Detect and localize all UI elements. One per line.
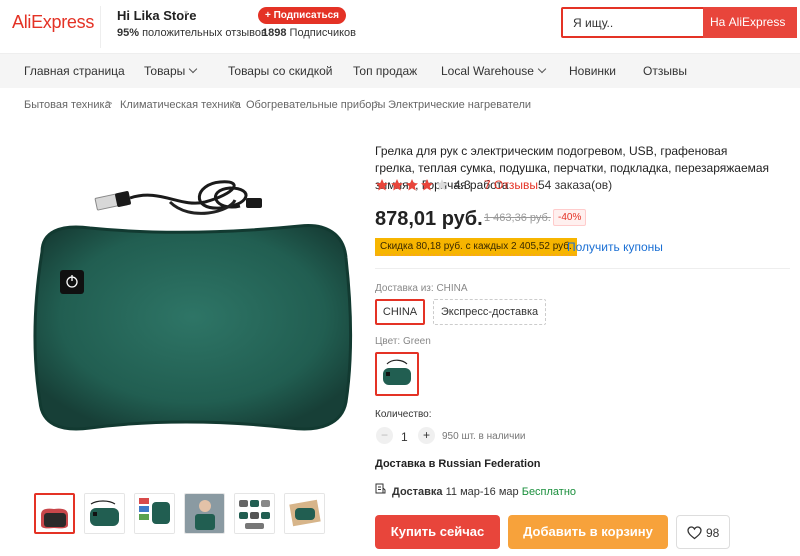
quantity-label: Количество:	[375, 409, 432, 420]
ship-option-china[interactable]: CHINA	[375, 299, 425, 325]
breadcrumb-separator: >	[106, 98, 113, 110]
buy-now-button[interactable]: Купить сейчас	[375, 515, 500, 549]
nav-local-warehouse[interactable]: Local Warehouse	[441, 64, 547, 78]
search-box: На AliExpress	[561, 7, 797, 38]
breadcrumb-separator: >	[232, 98, 239, 110]
nav-products[interactable]: Товары	[144, 64, 198, 78]
heart-icon	[687, 526, 702, 543]
search-button[interactable]: На AliExpress	[703, 7, 797, 38]
breadcrumb-item[interactable]: Электрические нагреватели	[388, 99, 531, 111]
get-coupons-link[interactable]: Получить купоны	[567, 240, 663, 254]
rating-value: 4.3	[454, 178, 471, 192]
ship-from-label: Доставка из: CHINA	[375, 283, 468, 294]
chevron-down-icon	[537, 64, 547, 74]
discount-badge: -40%	[553, 209, 587, 226]
delivery-info: Доставка 11 мар-16 мар Бесплатно	[375, 483, 576, 498]
stock-count: 950 шт. в наличии	[442, 431, 526, 442]
delivery-icon	[375, 483, 387, 498]
thumbnail[interactable]	[284, 493, 325, 534]
breadcrumb-separator: >	[374, 98, 381, 110]
store-nav: Главная страница Товары Товары со скидко…	[0, 54, 800, 88]
quantity-increase-button[interactable]: +	[418, 427, 435, 444]
chevron-down-icon	[189, 64, 198, 74]
thumbnail[interactable]	[134, 493, 175, 534]
header-divider	[100, 6, 101, 48]
rating-stars[interactable]	[375, 178, 451, 195]
coupon-badge[interactable]: Скидка 80,18 руб. с каждых 2 405,52 руб.	[375, 238, 577, 256]
orders-count: 54 заказа(ов)	[538, 178, 613, 192]
current-price: 878,01 руб.	[375, 208, 483, 230]
deliver-to[interactable]: Доставка в Russian Federation	[375, 458, 541, 470]
subscribers-count: 1898 Подписчиков	[262, 27, 356, 39]
store-dropdown-icon[interactable]: ▾	[184, 8, 188, 17]
divider	[375, 268, 790, 269]
search-input[interactable]	[563, 9, 703, 36]
thumbnail[interactable]	[184, 493, 225, 534]
nav-reviews[interactable]: Отзывы	[643, 64, 687, 78]
nav-new[interactable]: Новинки	[569, 64, 616, 78]
color-label: Цвет: Green	[375, 336, 431, 347]
nav-home[interactable]: Главная страница	[24, 64, 125, 78]
quantity-decrease-button[interactable]: −	[376, 427, 393, 444]
store-header: AliExpress Hi Lika Store ▾ + Подписаться…	[0, 0, 800, 54]
nav-discounts[interactable]: Товары со скидкой	[228, 64, 332, 78]
wishlist-button[interactable]: 98	[676, 515, 730, 549]
nav-top-sales[interactable]: Топ продаж	[353, 64, 417, 78]
breadcrumb-item[interactable]: Климатическая техника	[120, 99, 241, 111]
quantity-value[interactable]: 1	[401, 430, 408, 444]
color-swatch-green[interactable]	[375, 352, 419, 396]
breadcrumb-item[interactable]: Обогревательные приборы	[246, 99, 385, 111]
thumbnail[interactable]	[34, 493, 75, 534]
wishlist-count: 98	[706, 526, 720, 540]
subscribe-button[interactable]: + Подписаться	[258, 7, 347, 24]
add-to-cart-button[interactable]: Добавить в корзину	[508, 515, 668, 549]
reviews-link[interactable]: 7 Отзывы	[484, 178, 538, 192]
aliexpress-logo[interactable]: AliExpress	[12, 12, 94, 33]
thumbnail[interactable]	[84, 493, 125, 534]
positive-feedback: 95% положительных отзывов	[117, 27, 267, 39]
ship-option-express[interactable]: Экспресс-доставка	[433, 299, 546, 325]
thumbnail[interactable]	[234, 493, 275, 534]
breadcrumb-item[interactable]: Бытовая техника	[24, 99, 111, 111]
original-price: 1 463,36 руб.	[484, 212, 551, 224]
product-main-image[interactable]	[20, 162, 356, 444]
